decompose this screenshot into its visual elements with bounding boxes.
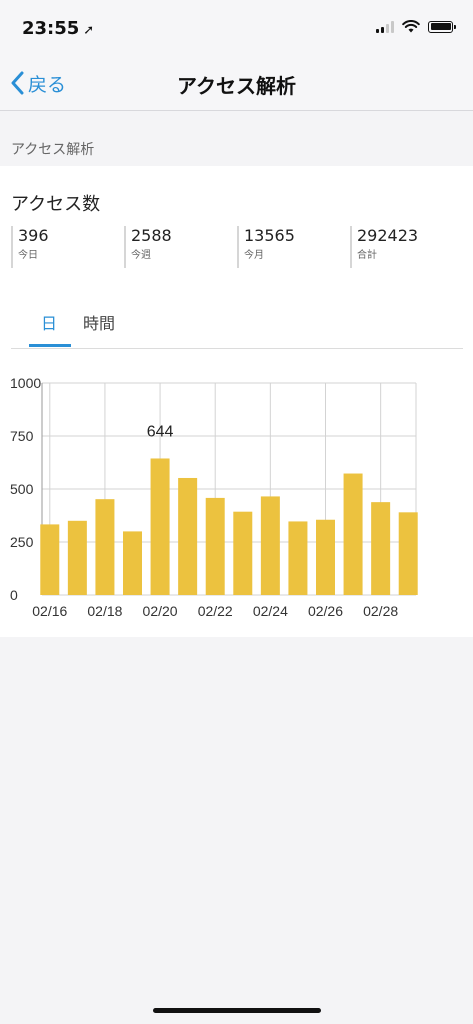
x-tick-label: 02/20 [143,603,178,619]
section-header-label: アクセス解析 [11,142,95,158]
stat-week: 2588 今週 [124,226,172,268]
x-tick-label: 02/16 [32,603,67,619]
page-title: アクセス解析 [177,74,296,98]
chart-bar [316,519,335,595]
chart-bar [343,473,363,595]
access-card: アクセス数 396 今日 2588 今週 13565 今月 292423 合計 … [0,166,473,637]
stat-label: 合計 [357,250,377,261]
chart-bar [40,524,60,595]
card-title: アクセス数 [11,194,101,215]
x-tick-label: 02/18 [87,603,122,619]
chart-bar [260,496,280,595]
y-tick-label: 250 [10,534,34,550]
status-time: 23:55 ➚ [22,18,94,39]
chart-bar [95,499,115,595]
tab-day[interactable]: 日 [41,310,57,334]
chart-bar [205,497,225,595]
stat-value: 2588 [131,226,172,245]
location-arrow-icon: ➚ [83,23,95,38]
x-tick-label: 02/22 [198,603,233,619]
home-indicator [153,1008,321,1013]
cellular-signal-icon [376,20,394,33]
chart-bar [371,502,391,595]
navigation-bar: 戻る アクセス解析 [0,58,473,111]
active-tab-indicator [29,344,71,347]
stat-value: 396 [18,226,49,245]
chart-bar [67,520,87,595]
x-tick-label: 02/28 [363,603,398,619]
chart-bar [288,521,308,595]
status-bar: 23:55 ➚ [0,0,473,58]
stat-value: 292423 [357,226,419,245]
chart-bar [178,477,198,595]
stat-total: 292423 合計 [350,226,418,268]
data-label: 644 [147,423,174,440]
tab-hour[interactable]: 時間 [83,310,115,334]
section-header: アクセス解析 [0,111,473,166]
chart-bar [123,531,142,595]
x-tick-label: 02/26 [308,603,343,619]
battery-icon [428,20,456,33]
stat-month: 13565 今月 [237,226,295,268]
y-tick-label: 1000 [10,375,41,391]
y-tick-label: 750 [10,428,34,444]
status-icons [376,20,456,33]
y-tick-label: 0 [10,587,18,603]
access-bar-chart: 0 250 500 750 1000 02/16 02/18 02/20 02/22 02/24 0… [10,375,418,619]
stat-value: 13565 [244,226,295,245]
stat-label: 今月 [244,250,264,261]
wifi-icon [402,20,420,33]
chart-tabs: 日 時間 [11,300,463,349]
stats-row: 396 今日 2588 今週 13565 今月 292423 合計 [11,226,463,268]
chart-bar [233,511,253,595]
clock-text: 23:55 [22,18,80,39]
x-tick-label: 02/24 [253,603,288,619]
chart-bar [150,458,170,595]
stat-label: 今週 [131,250,151,261]
chart-bar [398,512,418,595]
stat-label: 今日 [18,250,38,261]
stat-today: 396 今日 [11,226,49,268]
y-tick-label: 500 [10,481,34,497]
